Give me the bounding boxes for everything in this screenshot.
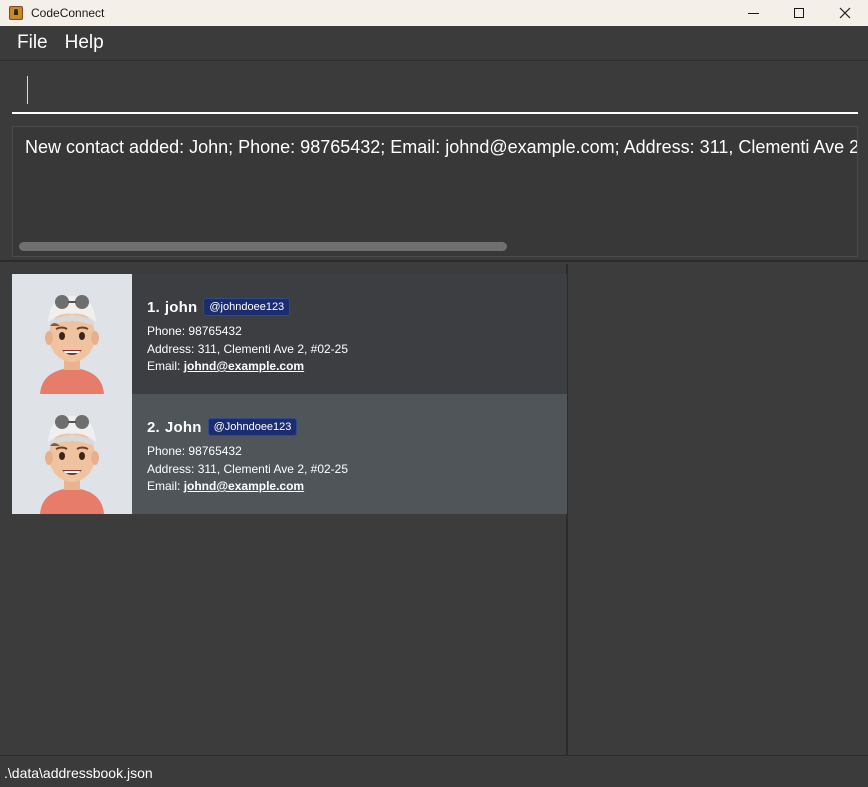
maximize-button[interactable] <box>776 0 822 26</box>
contact-card[interactable]: 2. John @Johndoee123 Phone: 98765432 Add… <box>12 394 567 514</box>
command-input[interactable] <box>12 70 858 114</box>
text-caret <box>27 76 28 104</box>
contact-index: 2. <box>147 418 160 436</box>
detail-panel <box>570 264 868 755</box>
window-controls <box>730 0 868 26</box>
close-icon <box>839 7 851 19</box>
email-link[interactable]: johnd@example.com <box>184 479 304 493</box>
contact-name: John <box>164 418 202 436</box>
maximize-icon <box>794 8 804 18</box>
command-box <box>0 62 868 124</box>
contact-list-panel: 1. john @johndoee123 Phone: 98765432 Add… <box>0 264 568 755</box>
result-box[interactable]: New contact added: John; Phone: 98765432… <box>12 126 858 257</box>
menu-file[interactable]: File <box>0 32 57 54</box>
avatar-icon <box>12 394 132 514</box>
contact-tag: @Johndoee123 <box>207 418 298 436</box>
email-link[interactable]: johnd@example.com <box>184 359 304 373</box>
contact-phone: Phone: 98765432 <box>147 324 242 338</box>
contact-email: Email: johnd@example.com <box>147 479 305 493</box>
contact-index: 1. <box>147 298 160 316</box>
contact-address: Address: 311, Clementi Ave 2, #02-25 <box>147 341 349 356</box>
contact-address: Address: 311, Clementi Ave 2, #02-25 <box>147 461 349 476</box>
avatar-icon <box>12 274 132 394</box>
contact-email: Email: johnd@example.com <box>147 359 305 373</box>
contact-name: john <box>164 298 198 316</box>
contact-phone: Phone: 98765432 <box>147 444 242 458</box>
minimize-button[interactable] <box>730 0 776 26</box>
menu-bar: File Help <box>0 26 868 61</box>
app-icon <box>9 6 23 20</box>
horizontal-scrollbar[interactable] <box>19 242 507 251</box>
menu-help[interactable]: Help <box>57 32 113 54</box>
save-location: .\data\addressbook.json <box>4 765 153 781</box>
close-button[interactable] <box>822 0 868 26</box>
title-bar: CodeConnect <box>0 0 868 26</box>
result-display: New contact added: John; Phone: 98765432… <box>0 124 868 262</box>
contact-card[interactable]: 1. john @johndoee123 Phone: 98765432 Add… <box>12 274 567 394</box>
result-text: New contact added: John; Phone: 98765432… <box>25 137 858 157</box>
contact-tag: @johndoee123 <box>203 298 291 316</box>
minimize-icon <box>747 12 759 14</box>
window-title: CodeConnect <box>31 6 105 20</box>
status-bar: .\data\addressbook.json <box>0 755 868 787</box>
